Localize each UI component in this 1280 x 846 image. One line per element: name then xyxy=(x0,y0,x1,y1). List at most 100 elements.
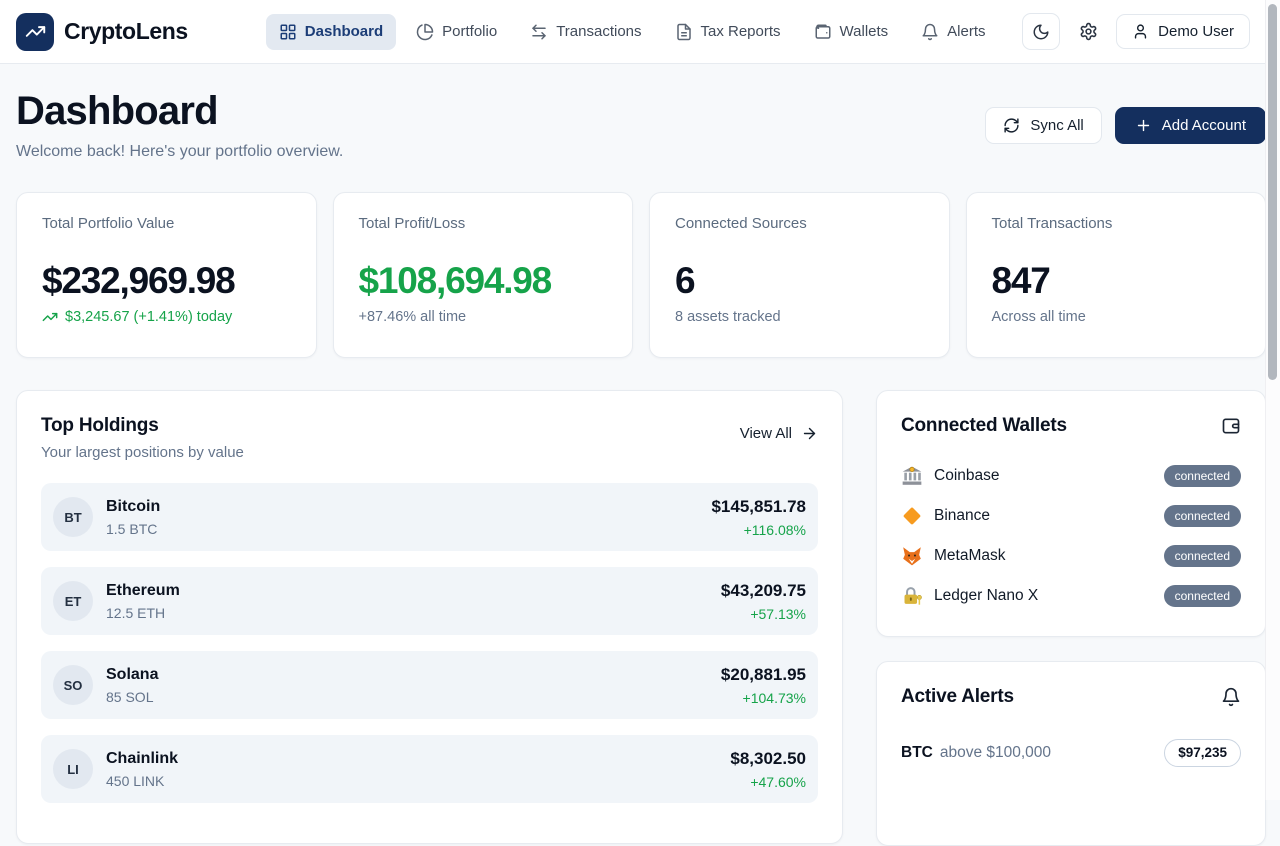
wallet-row-metamask: MetaMask connected xyxy=(901,542,1241,570)
stat-card-profit-loss: Total Profit/Loss $108,694.98 +87.46% al… xyxy=(333,192,634,358)
asset-name: Chainlink xyxy=(106,750,178,768)
nav-item-label: Alerts xyxy=(947,23,985,40)
bank-icon xyxy=(901,465,923,487)
holding-row-solana[interactable]: SO Solana 85 SOL $20,881.95 +104.73% xyxy=(41,651,818,719)
wallets-title: Connected Wallets xyxy=(901,415,1067,437)
connected-wallets-card: Connected Wallets Coinbase connected xyxy=(876,390,1266,637)
user-button[interactable]: Demo User xyxy=(1116,14,1250,49)
nav-item-alerts[interactable]: Alerts xyxy=(908,14,998,50)
stat-card-total-transactions: Total Transactions 847 Across all time xyxy=(966,192,1267,358)
asset-change: +47.60% xyxy=(730,774,806,790)
pie-chart-icon xyxy=(416,23,434,41)
nav-item-label: Dashboard xyxy=(305,23,383,40)
view-all-link[interactable]: View All xyxy=(740,425,818,442)
stat-label: Total Profit/Loss xyxy=(359,215,608,232)
add-account-button[interactable]: Add Account xyxy=(1115,107,1266,144)
nav-item-label: Tax Reports xyxy=(701,23,781,40)
stat-value: $232,969.98 xyxy=(42,260,291,302)
stat-sub: Across all time xyxy=(992,309,1241,325)
alert-row-btc: BTC above $100,000 $97,235 xyxy=(901,739,1241,767)
asset-change: +116.08% xyxy=(711,522,806,538)
sync-all-button[interactable]: Sync All xyxy=(985,107,1101,144)
wallet-name: Ledger Nano X xyxy=(934,587,1038,605)
wallet-status-badge: connected xyxy=(1164,545,1241,567)
wallet-status-badge: connected xyxy=(1164,505,1241,527)
stats-grid: Total Portfolio Value $232,969.98 $3,245… xyxy=(16,192,1266,358)
dashboard-page: Dashboard Welcome back! Here's your port… xyxy=(0,64,1280,846)
asset-value: $43,209.75 xyxy=(721,581,806,601)
brand[interactable]: CryptoLens xyxy=(16,13,188,51)
alert-asset: BTC xyxy=(901,744,933,762)
asset-avatar: LI xyxy=(53,749,93,789)
asset-amount: 85 SOL xyxy=(106,689,158,705)
settings-button[interactable] xyxy=(1073,14,1103,50)
arrow-right-icon xyxy=(801,425,818,442)
nav-item-label: Portfolio xyxy=(442,23,497,40)
nav-item-wallets[interactable]: Wallets xyxy=(801,14,902,50)
refresh-icon xyxy=(1003,117,1020,134)
asset-name: Ethereum xyxy=(106,582,180,600)
file-text-icon xyxy=(675,23,693,41)
brand-name: CryptoLens xyxy=(64,18,188,45)
asset-amount: 450 LINK xyxy=(106,773,178,789)
nav-item-label: Wallets xyxy=(840,23,889,40)
user-icon xyxy=(1132,23,1149,40)
asset-change: +57.13% xyxy=(721,606,806,622)
trending-up-icon xyxy=(42,309,58,325)
wallet-status-badge: connected xyxy=(1164,585,1241,607)
stat-sub: $3,245.67 (+1.41%) today xyxy=(42,309,291,325)
holdings-subtitle: Your largest positions by value xyxy=(41,444,244,461)
alert-price-badge: $97,235 xyxy=(1164,739,1241,767)
asset-amount: 1.5 BTC xyxy=(106,521,160,537)
theme-toggle-button[interactable] xyxy=(1022,13,1060,50)
lock-key-icon xyxy=(901,585,923,607)
wallet-row-binance: Binance connected xyxy=(901,502,1241,530)
wallet-icon xyxy=(814,23,832,41)
nav-item-label: Transactions xyxy=(556,23,641,40)
top-nav: CryptoLens Dashboard Portfolio Transacti… xyxy=(0,0,1280,64)
stat-label: Total Transactions xyxy=(992,215,1241,232)
trending-up-icon xyxy=(25,21,46,42)
sync-all-label: Sync All xyxy=(1030,117,1083,134)
arrows-left-right-icon xyxy=(530,23,548,41)
fox-icon xyxy=(901,545,923,567)
stat-label: Connected Sources xyxy=(675,215,924,232)
asset-value: $145,851.78 xyxy=(711,497,806,517)
wallet-name: Binance xyxy=(934,507,990,525)
wallet-name: Coinbase xyxy=(934,467,1000,485)
asset-name: Bitcoin xyxy=(106,498,160,516)
scrollbar-thumb[interactable] xyxy=(1268,4,1277,380)
asset-change: +104.73% xyxy=(721,690,806,706)
main-nav: Dashboard Portfolio Transactions Tax Rep… xyxy=(266,14,999,50)
nav-item-dashboard[interactable]: Dashboard xyxy=(266,14,396,50)
stat-sub: +87.46% all time xyxy=(359,309,608,325)
stat-value: $108,694.98 xyxy=(359,260,608,302)
bell-icon xyxy=(921,23,939,41)
stat-label: Total Portfolio Value xyxy=(42,215,291,232)
holding-row-chainlink[interactable]: LI Chainlink 450 LINK $8,302.50 +47.60% xyxy=(41,735,818,803)
moon-icon xyxy=(1032,23,1050,41)
plus-icon xyxy=(1135,117,1152,134)
wallet-status-badge: connected xyxy=(1164,465,1241,487)
alerts-title: Active Alerts xyxy=(901,686,1014,708)
stat-sub-text: $3,245.67 (+1.41%) today xyxy=(65,309,232,325)
stat-value: 847 xyxy=(992,260,1241,302)
dashboard-grid-icon xyxy=(279,23,297,41)
wallet-row-coinbase: Coinbase connected xyxy=(901,462,1241,490)
holding-row-ethereum[interactable]: ET Ethereum 12.5 ETH $43,209.75 +57.13% xyxy=(41,567,818,635)
asset-name: Solana xyxy=(106,666,158,684)
asset-avatar: BT xyxy=(53,497,93,537)
holdings-title: Top Holdings xyxy=(41,415,244,437)
asset-avatar: ET xyxy=(53,581,93,621)
nav-item-tax-reports[interactable]: Tax Reports xyxy=(662,14,794,50)
wallet-row-ledger: Ledger Nano X connected xyxy=(901,582,1241,610)
page-subtitle: Welcome back! Here's your portfolio over… xyxy=(16,143,343,161)
page-scrollbar[interactable] xyxy=(1265,0,1280,800)
asset-value: $8,302.50 xyxy=(730,749,806,769)
page-title: Dashboard xyxy=(16,89,343,134)
wallet-name: MetaMask xyxy=(934,547,1006,565)
nav-item-transactions[interactable]: Transactions xyxy=(517,14,654,50)
view-all-label: View All xyxy=(740,425,792,442)
nav-item-portfolio[interactable]: Portfolio xyxy=(403,14,510,50)
holding-row-bitcoin[interactable]: BT Bitcoin 1.5 BTC $145,851.78 +116.08% xyxy=(41,483,818,551)
